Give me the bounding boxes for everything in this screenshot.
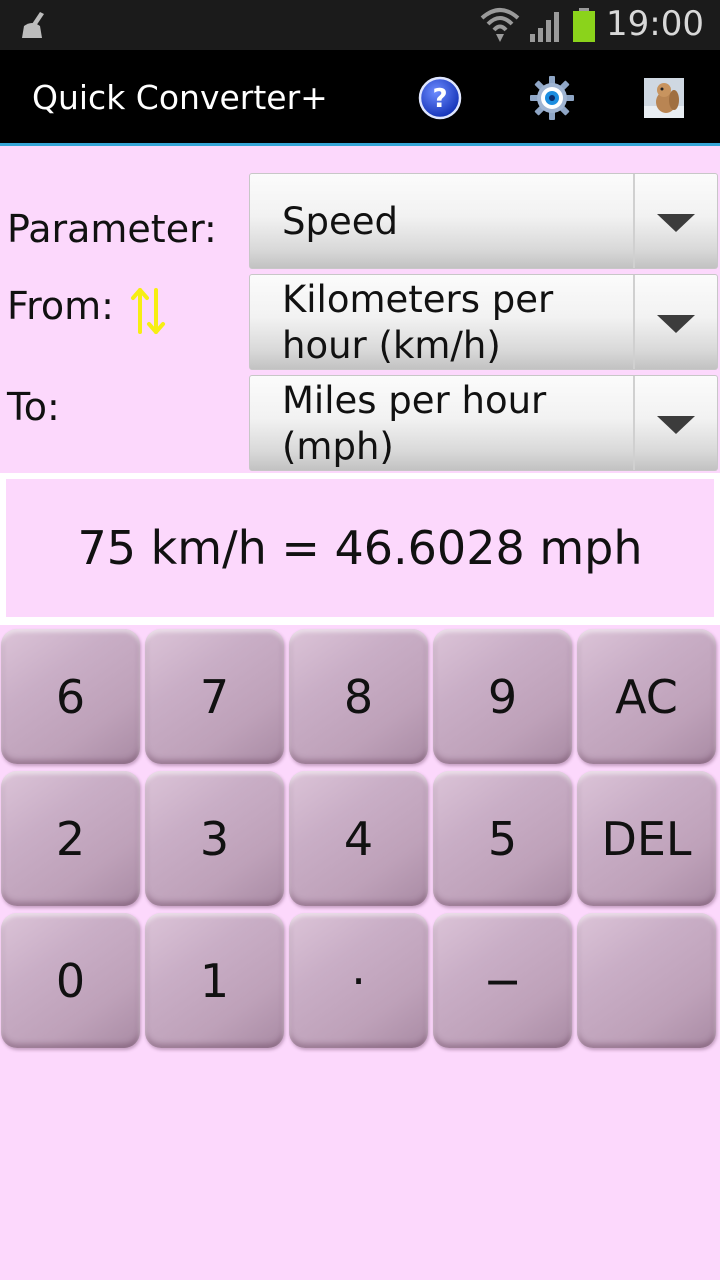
- parameter-spinner[interactable]: Speed: [249, 173, 718, 269]
- minus-key[interactable]: −: [433, 913, 572, 1048]
- action-bar: Quick Converter+ ?: [0, 50, 720, 146]
- key-0[interactable]: 0: [1, 913, 140, 1048]
- result-panel: 75 km/h = 46.6028 mph: [0, 473, 720, 625]
- cleaner-icon: [22, 12, 44, 38]
- key-1[interactable]: 1: [145, 913, 284, 1048]
- clock: 19:00: [606, 4, 704, 44]
- result-text: 75 km/h = 46.6028 mph: [6, 479, 714, 617]
- from-unit-value: Kilometers per hour (km/h): [282, 278, 554, 367]
- parameter-value: Speed: [282, 200, 398, 243]
- to-label: To:: [7, 385, 60, 429]
- battery-icon: [573, 8, 595, 42]
- wifi-icon: [480, 8, 520, 42]
- key-7[interactable]: 7: [145, 629, 284, 764]
- key-9[interactable]: 9: [433, 629, 572, 764]
- key-4[interactable]: 4: [289, 771, 428, 906]
- swap-units-icon[interactable]: [130, 286, 166, 336]
- from-unit-dropdown[interactable]: [633, 275, 717, 369]
- blank-key[interactable]: [577, 913, 716, 1048]
- key-5[interactable]: 5: [433, 771, 572, 906]
- all-clear-button[interactable]: AC: [577, 629, 716, 764]
- key-8[interactable]: 8: [289, 629, 428, 764]
- gear-icon[interactable]: [528, 74, 576, 122]
- signal-icon: [530, 12, 559, 42]
- from-unit-spinner[interactable]: Kilometers per hour (km/h): [249, 274, 718, 370]
- key-2[interactable]: 2: [1, 771, 140, 906]
- parameter-label: Parameter:: [7, 207, 217, 251]
- key-6[interactable]: 6: [1, 629, 140, 764]
- dropdown-arrow-icon: [657, 315, 695, 333]
- status-bar: 19:00: [0, 0, 720, 50]
- profile-image-icon[interactable]: [644, 78, 684, 118]
- delete-button[interactable]: DEL: [577, 771, 716, 906]
- help-icon[interactable]: ?: [418, 76, 462, 120]
- key-3[interactable]: 3: [145, 771, 284, 906]
- to-unit-value: Miles per hour (mph): [282, 379, 547, 468]
- dropdown-arrow-icon: [657, 214, 695, 232]
- svg-text:?: ?: [432, 84, 447, 114]
- decimal-point-key[interactable]: ·: [289, 913, 428, 1048]
- app-title: Quick Converter+: [32, 78, 328, 117]
- dropdown-arrow-icon: [657, 416, 695, 434]
- to-unit-spinner[interactable]: Miles per hour (mph): [249, 375, 718, 471]
- parameter-dropdown[interactable]: [633, 174, 717, 268]
- to-unit-dropdown[interactable]: [633, 376, 717, 470]
- from-label: From:: [7, 284, 114, 328]
